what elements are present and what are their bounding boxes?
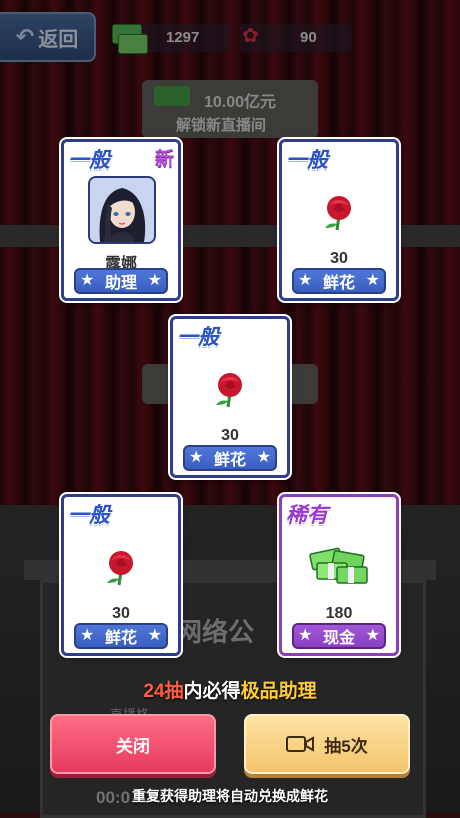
back-label: 返回	[38, 28, 79, 51]
reward-card-cash[interactable]: 稀有 180 ★ 现金 ★	[279, 494, 399, 656]
reward-card-flower[interactable]: 一般 30 ★ 鲜花 ★	[61, 494, 181, 656]
star-icon: ★	[80, 627, 95, 644]
item-type-tag: ★ 现金 ★	[292, 623, 386, 649]
back-button[interactable]: ↶ 返回	[0, 12, 96, 62]
video-ad-icon	[286, 736, 315, 752]
back-arrow-icon: ↶	[15, 24, 35, 49]
cash-counter: 1297	[112, 24, 230, 54]
reward-amount: 30	[112, 605, 130, 622]
item-type-label: 鲜花	[322, 275, 355, 292]
close-button-label: 关闭	[116, 736, 150, 756]
rose-icon	[325, 196, 351, 231]
pity-count: 24抽	[143, 681, 184, 702]
duplicate-conversion-note: 重复获得助理将自动兑换成鲜花	[132, 788, 328, 804]
item-type-label: 现金	[322, 630, 355, 647]
item-type-label: 鲜花	[104, 630, 137, 647]
star-icon: ★	[365, 272, 380, 289]
pity-middle: 内必得	[183, 681, 241, 702]
star-icon: ★	[298, 627, 313, 644]
cash-stack-icon-front	[118, 34, 148, 54]
star-icon: ★	[189, 449, 204, 466]
rarity-label: 稀有	[286, 504, 328, 527]
reward-card-flower[interactable]: 一般 30 ★ 鲜花 ★	[170, 316, 290, 478]
reward-amount: 30	[221, 427, 239, 444]
item-type-tag: ★ 鲜花 ★	[292, 268, 386, 294]
pity-reward: 极品助理	[240, 681, 317, 702]
rarity-label: 一般	[68, 149, 110, 172]
item-type-tag: ★ 鲜花 ★	[183, 445, 277, 471]
new-badge: 新	[154, 149, 174, 170]
star-icon: ★	[147, 272, 162, 289]
star-icon: ★	[365, 627, 380, 644]
rose-icon	[216, 373, 242, 408]
unlock-room-sign: 10.00亿元 解锁新直播间	[142, 80, 318, 138]
rarity-label: 一般	[68, 504, 110, 527]
cash-bundle-icon	[309, 547, 368, 584]
draw-five-button[interactable]: 抽5次	[244, 714, 410, 774]
cash-value: 1297	[166, 29, 200, 46]
star-icon: ★	[147, 627, 162, 644]
pity-guarantee-text: 24抽内必得极品助理	[0, 676, 460, 703]
item-type-label: 鲜花	[213, 452, 246, 469]
item-type-tag: ★ 助理 ★	[74, 268, 168, 294]
rarity-label: 一般	[177, 326, 219, 349]
rose-icon: ✿	[242, 25, 259, 47]
star-icon: ★	[80, 272, 95, 289]
flower-counter: ✿ 90	[240, 24, 352, 52]
draw-five-label: 抽5次	[324, 736, 368, 756]
close-button[interactable]: 关闭	[50, 714, 216, 774]
rose-icon	[107, 551, 133, 586]
flower-value: 90	[300, 29, 317, 46]
assistant-portrait	[88, 176, 156, 244]
unlock-cost: 10.00亿元	[204, 94, 277, 111]
item-type-tag: ★ 鲜花 ★	[74, 623, 168, 649]
reward-card-flower[interactable]: 一般 30 ★ 鲜花 ★	[279, 139, 399, 301]
rarity-label: 一般	[286, 149, 328, 172]
star-icon: ★	[298, 272, 313, 289]
star-icon: ★	[256, 449, 271, 466]
reward-amount: 30	[330, 250, 348, 267]
cash-icon	[154, 86, 190, 106]
reward-amount: 180	[325, 605, 353, 622]
unlock-room-label: 解锁新直播间	[176, 117, 267, 134]
item-type-label: 助理	[104, 275, 137, 292]
reward-card-assistant[interactable]: 一般 新 露娜 ★ 助理 ★	[61, 139, 181, 301]
